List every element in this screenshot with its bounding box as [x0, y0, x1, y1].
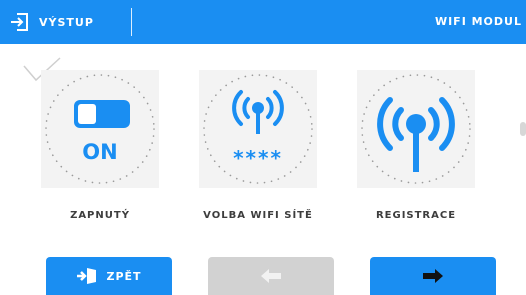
previous-button-content [208, 257, 334, 295]
arrow-right-icon [423, 269, 443, 283]
page-title: WIFI MODUL [434, 15, 522, 28]
option-label: VOLBA WIFI SÍTĚ [203, 210, 313, 221]
top-bar: VÝSTUP WIFI MODUL [0, 0, 526, 44]
toggle-switch [74, 100, 130, 128]
option-tile-registration[interactable] [357, 70, 475, 188]
exit-button[interactable]: VÝSTUP [10, 0, 94, 44]
option-tile-enabled[interactable]: ON [41, 70, 159, 188]
wifi-antenna-icon [232, 90, 284, 134]
previous-button[interactable] [208, 257, 334, 295]
toggle-knob [78, 104, 96, 124]
back-button[interactable]: ZPĚT [46, 257, 172, 295]
wifi-antenna-icon [377, 97, 455, 172]
back-label: ZPĚT [106, 269, 142, 283]
back-button-content: ZPĚT [46, 257, 172, 295]
next-button-content [370, 257, 496, 295]
option-label: REGISTRACE [375, 210, 457, 221]
exit-icon [11, 13, 28, 31]
arrow-left-icon [261, 269, 281, 283]
next-button[interactable] [370, 257, 496, 295]
option-label: ZAPNUTÝ [70, 210, 130, 221]
option-tile-wifi-select[interactable]: **** [199, 70, 317, 188]
exit-door-icon [77, 268, 97, 284]
password-mask: **** [233, 146, 283, 170]
exit-label: VÝSTUP [39, 15, 94, 29]
toggle-icon: ON [41, 70, 159, 188]
state-text: ON [82, 140, 118, 164]
scroll-indicator[interactable] [520, 122, 526, 136]
header-divider [131, 8, 132, 36]
